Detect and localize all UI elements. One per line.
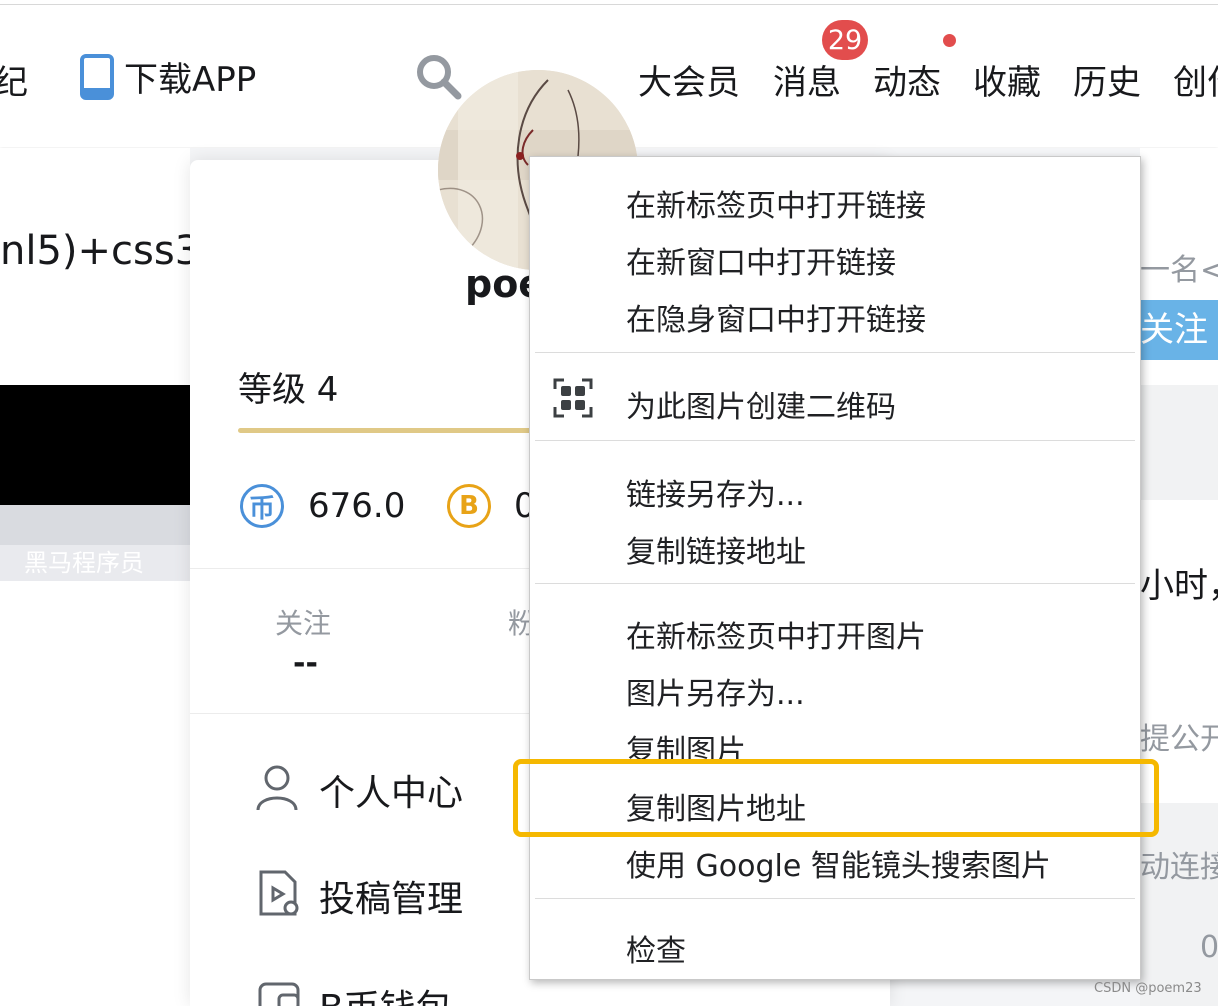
coin-balance: 676.0 [308, 486, 406, 526]
level-label: 等级 4 [238, 370, 339, 410]
highlight-box [513, 759, 1159, 837]
right-text-4: 提公开 [1140, 722, 1218, 757]
level-progress-bar [238, 428, 538, 433]
message-count-badge: 29 [822, 20, 868, 60]
ctx-open-link-incognito[interactable]: 在隐身窗口中打开链接 [626, 295, 926, 339]
nav-creator[interactable]: 创作 [1173, 55, 1218, 104]
ctx-separator [535, 583, 1135, 584]
nav-dynamics[interactable]: 动态 [873, 55, 941, 104]
follow-button[interactable]: 关注 32 [1140, 300, 1218, 360]
nav-history[interactable]: 历史 [1073, 55, 1141, 104]
ctx-open-link-new-tab[interactable]: 在新标签页中打开链接 [626, 181, 926, 225]
nav-vip[interactable]: 大会员 [638, 55, 740, 104]
right-text-6: 0 [1200, 930, 1218, 965]
nav-partial-item[interactable]: 纪 [0, 55, 28, 104]
download-app-label: 下载APP [124, 60, 257, 100]
menu-label: 投稿管理 [319, 879, 464, 920]
ctx-open-image-new-tab[interactable]: 在新标签页中打开图片 [626, 612, 926, 656]
ctx-google-lens-search[interactable]: 使用 Google 智能镜头搜索图片 [626, 841, 1051, 885]
qr-code-icon [553, 378, 593, 418]
menu-personal-center[interactable]: 个人中心 [255, 760, 515, 816]
watermark: CSDN @poem23 [1094, 981, 1202, 996]
coin-icon: 币 [240, 484, 284, 528]
following-label[interactable]: 关注 [275, 602, 331, 642]
ctx-open-link-new-window[interactable]: 在新窗口中打开链接 [626, 238, 896, 282]
right-grey-panel [1140, 385, 1218, 500]
context-menu: 在新标签页中打开链接 在新窗口中打开链接 在隐身窗口中打开链接 为此图片创建二维… [529, 156, 1141, 980]
ctx-separator [535, 440, 1135, 441]
right-text-1: 一名<前 [1140, 253, 1218, 288]
menu-label: B币钱包 [319, 979, 452, 1006]
menu-label: 个人中心 [319, 773, 464, 814]
video-footer [0, 505, 190, 545]
ctx-inspect[interactable]: 检查 [626, 926, 686, 970]
ctx-separator [535, 898, 1135, 899]
upload-document-icon [259, 870, 299, 916]
download-app-link[interactable]: 下载APP [80, 52, 270, 100]
nav-favorites[interactable]: 收藏 [973, 55, 1041, 104]
right-text-5: 动连接 [1140, 850, 1218, 885]
ctx-copy-link-address[interactable]: 复制链接地址 [626, 527, 806, 571]
wallet-icon [258, 982, 300, 1006]
user-icon [256, 765, 298, 811]
ctx-separator [535, 352, 1135, 353]
nav-messages[interactable]: 消息 [773, 55, 841, 104]
search-icon[interactable] [414, 52, 464, 102]
video-title-fragment: nl5)+css3- [0, 228, 215, 274]
following-count[interactable]: -- [293, 646, 318, 681]
video-thumbnail[interactable] [0, 385, 190, 505]
ctx-create-qr-code[interactable]: 为此图片创建二维码 [626, 382, 896, 426]
menu-submission-manage[interactable]: 投稿管理 [255, 866, 515, 922]
b-coin-icon: B [447, 484, 491, 528]
dynamics-red-dot [943, 34, 956, 47]
right-text-3: 小时， [1140, 566, 1218, 606]
tablet-icon [80, 54, 114, 100]
video-caption: 黑马程序员 [0, 545, 190, 581]
menu-b-coin-wallet[interactable]: B币钱包 [255, 975, 515, 1006]
ctx-save-link-as[interactable]: 链接另存为... [626, 470, 805, 514]
ctx-save-image-as[interactable]: 图片另存为... [626, 669, 805, 713]
